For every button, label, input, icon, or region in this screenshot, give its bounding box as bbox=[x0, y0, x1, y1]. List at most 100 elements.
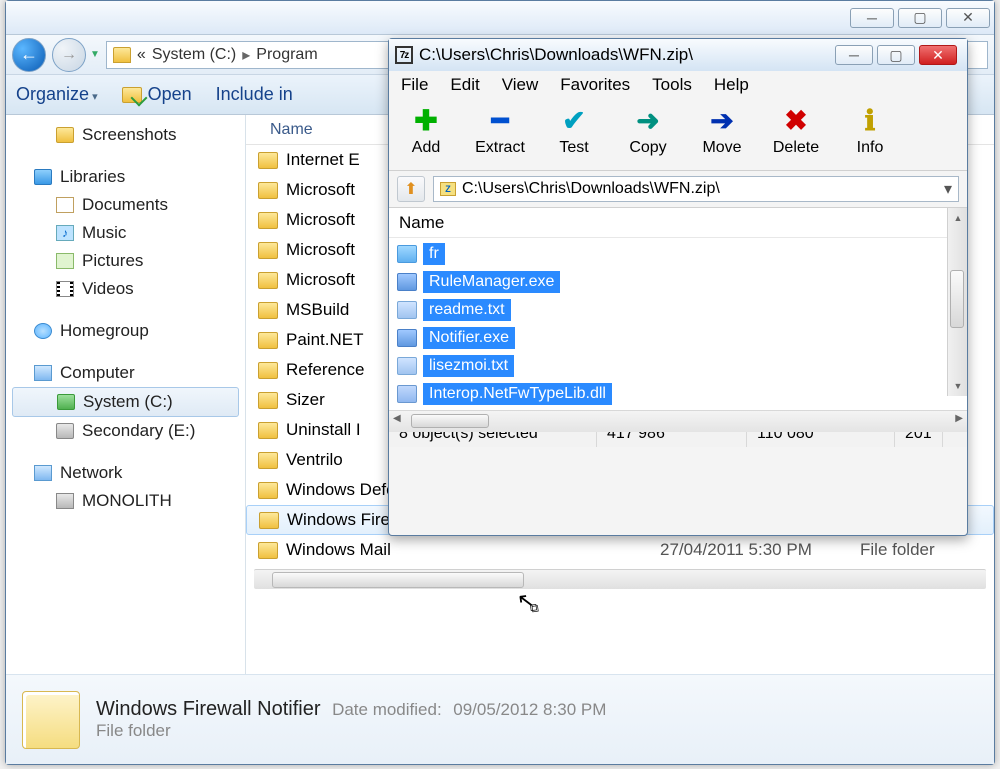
column-name[interactable]: Name bbox=[389, 208, 967, 238]
copy-button[interactable]: ➜Copy bbox=[621, 103, 675, 166]
folder-icon bbox=[258, 482, 278, 499]
include-in-library-menu[interactable]: Include in bbox=[216, 84, 293, 105]
details-modified-value: 09/05/2012 8:30 PM bbox=[453, 700, 606, 719]
folder-large-icon bbox=[22, 691, 80, 749]
file-date: 27/04/2011 5:30 PM bbox=[660, 540, 860, 560]
sidebar-item-system-c[interactable]: System (C:) bbox=[12, 387, 239, 417]
folder-icon bbox=[258, 362, 278, 379]
menubar: File Edit View Favorites Tools Help bbox=[389, 71, 967, 99]
organize-menu[interactable]: Organize bbox=[16, 84, 98, 105]
list-item[interactable]: fr bbox=[393, 240, 963, 268]
horizontal-scrollbar[interactable] bbox=[254, 569, 986, 589]
breadcrumb-overflow[interactable]: « bbox=[137, 46, 146, 64]
test-button[interactable]: ✔Test bbox=[547, 103, 601, 166]
scroll-down-icon[interactable]: ▼ bbox=[949, 377, 967, 395]
table-row[interactable]: Windows Mail 27/04/2011 5:30 PM File fol… bbox=[246, 535, 994, 565]
sidebar-item-pictures[interactable]: Pictures bbox=[6, 247, 245, 275]
check-icon: ✔ bbox=[562, 103, 585, 137]
file-name: Sizer bbox=[286, 390, 325, 410]
sidebar-item-screenshots[interactable]: Screenshots bbox=[6, 121, 245, 149]
details-modified-label: Date modified: bbox=[332, 700, 442, 719]
info-button[interactable]: ℹInfo bbox=[843, 103, 897, 166]
nav-sidebar: Screenshots Libraries Documents ♪Music P… bbox=[6, 115, 246, 674]
folder-icon bbox=[113, 47, 131, 63]
folder-icon bbox=[258, 242, 278, 259]
move-button[interactable]: ➔Move bbox=[695, 103, 749, 166]
address-field[interactable]: Z C:\Users\Chris\Downloads\WFN.zip\ ▾ bbox=[433, 176, 959, 202]
minus-icon: ━ bbox=[492, 103, 509, 137]
sevenzip-window: 7z C:\Users\Chris\Downloads\WFN.zip\ ─ ▢… bbox=[388, 38, 968, 536]
drive-icon bbox=[57, 394, 75, 410]
file-name: Microsoft bbox=[286, 210, 355, 230]
extract-button[interactable]: ━Extract bbox=[473, 103, 527, 166]
menu-help[interactable]: Help bbox=[714, 75, 749, 95]
folder-icon bbox=[258, 212, 278, 229]
sidebar-item-computer[interactable]: Computer bbox=[6, 359, 245, 387]
details-type: File folder bbox=[96, 721, 606, 741]
file-name: lisezmoi.txt bbox=[423, 355, 514, 377]
folder-icon bbox=[258, 422, 278, 439]
folder-icon bbox=[258, 302, 278, 319]
close-button[interactable]: ✕ bbox=[919, 45, 957, 65]
plus-icon: ✚ bbox=[414, 103, 437, 137]
maximize-button[interactable]: ▢ bbox=[898, 8, 942, 28]
txt-icon bbox=[397, 357, 417, 375]
folder-icon bbox=[397, 245, 417, 263]
minimize-button[interactable]: ─ bbox=[835, 45, 873, 65]
close-button[interactable]: ✕ bbox=[946, 8, 990, 28]
computer-icon bbox=[34, 365, 52, 381]
add-button[interactable]: ✚Add bbox=[399, 103, 453, 166]
sidebar-item-libraries[interactable]: Libraries bbox=[6, 163, 245, 191]
sevenzip-icon: 7z bbox=[395, 46, 413, 64]
sidebar-item-documents[interactable]: Documents bbox=[6, 191, 245, 219]
list-item[interactable]: lisezmoi.txt bbox=[393, 352, 963, 380]
open-button[interactable]: Open bbox=[122, 84, 192, 105]
open-folder-icon bbox=[122, 87, 142, 103]
sidebar-item-music[interactable]: ♪Music bbox=[6, 219, 245, 247]
scroll-up-icon[interactable]: ▲ bbox=[949, 209, 967, 227]
scroll-left-icon[interactable]: ◀ bbox=[393, 413, 401, 424]
file-name: MSBuild bbox=[286, 300, 349, 320]
txt-icon bbox=[397, 301, 417, 319]
up-button[interactable]: ⬆ bbox=[397, 176, 425, 202]
list-item[interactable]: Notifier.exe bbox=[393, 324, 963, 352]
list-item[interactable]: Interop.NetFwTypeLib.dll bbox=[393, 380, 963, 408]
sidebar-item-network[interactable]: Network bbox=[6, 459, 245, 487]
file-name: Internet E bbox=[286, 150, 360, 170]
folder-icon bbox=[258, 542, 278, 559]
explorer-titlebar[interactable]: ─ ▢ ✕ bbox=[6, 1, 994, 35]
minimize-button[interactable]: ─ bbox=[850, 8, 894, 28]
sidebar-item-monolith[interactable]: MONOLITH bbox=[6, 487, 245, 515]
nav-history-dropdown[interactable]: ▼ bbox=[90, 49, 100, 60]
sevenzip-titlebar[interactable]: 7z C:\Users\Chris\Downloads\WFN.zip\ ─ ▢… bbox=[389, 39, 967, 71]
menu-tools[interactable]: Tools bbox=[652, 75, 692, 95]
drive-icon bbox=[56, 423, 74, 439]
folder-icon bbox=[258, 332, 278, 349]
sidebar-item-videos[interactable]: Videos bbox=[6, 275, 245, 303]
sidebar-item-homegroup[interactable]: Homegroup bbox=[6, 317, 245, 345]
vertical-scrollbar[interactable]: ▲ ▼ bbox=[947, 208, 967, 396]
x-icon: ✖ bbox=[784, 103, 807, 137]
list-item[interactable]: readme.txt bbox=[393, 296, 963, 324]
menu-favorites[interactable]: Favorites bbox=[560, 75, 630, 95]
scroll-right-icon[interactable]: ▶ bbox=[955, 413, 963, 424]
breadcrumb-folder[interactable]: Program bbox=[256, 46, 317, 64]
horizontal-scrollbar[interactable]: ◀ ▶ bbox=[389, 410, 967, 432]
folder-icon bbox=[258, 392, 278, 409]
delete-button[interactable]: ✖Delete bbox=[769, 103, 823, 166]
menu-view[interactable]: View bbox=[502, 75, 539, 95]
scroll-thumb[interactable] bbox=[411, 414, 489, 428]
breadcrumb-drive[interactable]: System (C:) bbox=[152, 46, 236, 64]
menu-edit[interactable]: Edit bbox=[450, 75, 479, 95]
maximize-button[interactable]: ▢ bbox=[877, 45, 915, 65]
dropdown-icon[interactable]: ▾ bbox=[944, 179, 952, 199]
forward-button[interactable]: → bbox=[52, 38, 86, 72]
dll-icon bbox=[397, 385, 417, 403]
sidebar-item-secondary-e[interactable]: Secondary (E:) bbox=[6, 417, 245, 445]
details-pane: Windows Firewall Notifier Date modified:… bbox=[6, 674, 994, 764]
folder-icon bbox=[259, 512, 279, 529]
list-item[interactable]: RuleManager.exe bbox=[393, 268, 963, 296]
back-button[interactable]: ← bbox=[12, 38, 46, 72]
scroll-thumb[interactable] bbox=[950, 270, 964, 328]
menu-file[interactable]: File bbox=[401, 75, 428, 95]
